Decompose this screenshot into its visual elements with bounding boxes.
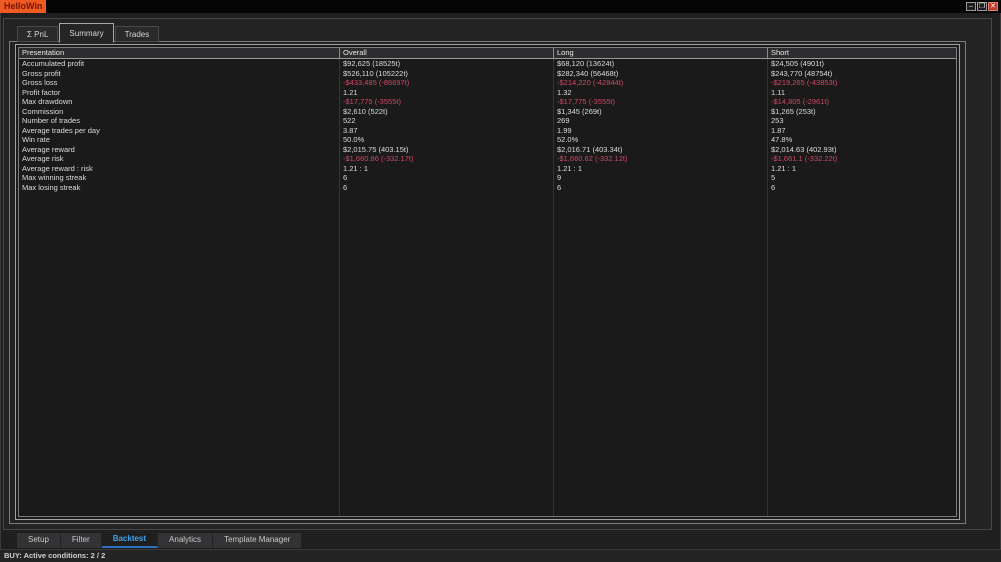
cell-long: -$1,660.62 (-332.12t) <box>553 154 767 164</box>
cell-overall: $526,110 (105222t) <box>339 68 553 78</box>
cell-overall: 1.21 : 1 <box>339 163 553 173</box>
table-row[interactable]: Number of trades 522 269 253 <box>19 116 956 126</box>
cell-overall: 1.21 <box>339 87 553 97</box>
cell-short: 253 <box>767 116 956 126</box>
column-header-overall[interactable]: Overall <box>339 48 553 58</box>
window-title: HelloWin <box>0 0 47 13</box>
cell-short: -$14,805 (-2961t) <box>767 97 956 107</box>
tab--pnl[interactable]: Σ PnL <box>17 26 59 42</box>
row-label: Average reward : risk <box>22 163 93 173</box>
cell-long: 52.0% <box>553 135 767 145</box>
row-label: Number of trades <box>22 116 80 125</box>
bottom-tab-strip: Setup Filter Backtest Analytics Template Man… <box>17 533 303 548</box>
row-label: Max drawdown <box>22 97 73 106</box>
cell-long: 6 <box>553 182 767 192</box>
cell-short: $2,014.63 (402.93t) <box>767 144 956 154</box>
cell-short: 5 <box>767 173 956 183</box>
table-header-row: Presentation Overall Long Short <box>19 48 956 59</box>
cell-long: 1.32 <box>553 87 767 97</box>
status-text: BUY: Active conditions: 2 / 2 <box>4 551 106 560</box>
cell-long: 269 <box>553 116 767 126</box>
cell-long: $282,340 (56468t) <box>553 68 767 78</box>
cell-overall: 6 <box>339 182 553 192</box>
cell-short: 47.8% <box>767 135 956 145</box>
cell-overall: -$433,485 (-86697t) <box>339 78 553 88</box>
table-row[interactable]: Average reward $2,015.75 (403.15t) $2,016.… <box>19 144 956 154</box>
column-header-long[interactable]: Long <box>553 48 767 58</box>
row-label: Win rate <box>22 135 50 144</box>
cell-overall: $2,015.75 (403.15t) <box>339 144 553 154</box>
table-row[interactable]: Max winning streak 6 9 5 <box>19 173 956 183</box>
cell-long: 1.99 <box>553 125 767 135</box>
cell-long: $2,016.71 (403.34t) <box>553 144 767 154</box>
restore-icon[interactable]: ❐ <box>977 2 987 11</box>
table-row[interactable]: Average risk -$1,660.86 (-332.17t) -$1,660… <box>19 154 956 164</box>
cell-short: 1.87 <box>767 125 956 135</box>
summary-tab-strip: Σ PnL Summary Trades <box>17 23 160 43</box>
table-row[interactable]: Win rate 50.0% 52.0% 47.8% <box>19 135 956 145</box>
minimize-icon[interactable]: – <box>966 2 976 11</box>
table-row[interactable]: Accumulated profit $92,625 (18525t) $68,12… <box>19 59 956 69</box>
bottom-tab-template-manager[interactable]: Template Manager <box>213 533 303 548</box>
statistics-table: Presentation Overall Long Short Accumula… <box>15 44 960 520</box>
table-row[interactable]: Max drawdown -$17,775 (-3555t) -$17,775 (-… <box>19 97 956 107</box>
row-label: Gross loss <box>22 78 58 87</box>
column-header-presentation[interactable]: Presentation <box>19 48 339 58</box>
cell-overall: $2,610 (522t) <box>339 106 553 116</box>
table-row[interactable]: Gross profit $526,110 (105222t) $282,340 (… <box>19 68 956 78</box>
row-label: Max winning streak <box>22 173 87 182</box>
cell-long: 9 <box>553 173 767 183</box>
status-bar: BUY: Active conditions: 2 / 2 <box>0 549 1001 562</box>
cell-short: $243,770 (48754t) <box>767 68 956 78</box>
table-row[interactable]: Average trades per day 3.87 1.99 1.87 <box>19 125 956 135</box>
cell-long: $1,345 (269t) <box>553 106 767 116</box>
cell-short: $1,265 (253t) <box>767 106 956 116</box>
window-controls: – ❐ ✕ <box>966 2 998 11</box>
column-header-short[interactable]: Short <box>767 48 956 58</box>
close-icon[interactable]: ✕ <box>988 2 998 11</box>
table-body: Accumulated profit $92,625 (18525t) $68,12… <box>19 59 956 516</box>
cell-overall: 50.0% <box>339 135 553 145</box>
cell-overall: -$1,660.86 (-332.17t) <box>339 154 553 164</box>
row-label: Commission <box>22 106 64 116</box>
bottom-tab-filter[interactable]: Filter <box>60 533 102 548</box>
cell-overall: -$17,775 (-3555t) <box>339 97 553 107</box>
cell-short: -$219,265 (-43853t) <box>767 78 956 88</box>
cell-short: 1.11 <box>767 87 956 97</box>
cell-long: -$214,220 (-42844t) <box>553 78 767 88</box>
row-label: Gross profit <box>22 68 61 78</box>
tab-trades[interactable]: Trades <box>114 26 160 42</box>
row-label: Average risk <box>22 154 64 163</box>
row-label: Max losing streak <box>22 182 81 192</box>
title-bar: HelloWin – ❐ ✕ <box>0 0 1001 13</box>
row-label: Average trades per day <box>22 125 100 135</box>
cell-short: 1.21 : 1 <box>767 163 956 173</box>
bottom-tab-backtest[interactable]: Backtest <box>101 533 159 548</box>
cell-overall: $92,625 (18525t) <box>339 59 553 69</box>
cell-overall: 522 <box>339 116 553 126</box>
cell-overall: 3.87 <box>339 125 553 135</box>
table-row[interactable]: Average reward : risk 1.21 : 1 1.21 : 1 1.2… <box>19 163 956 173</box>
cell-long: -$17,775 (-3555t) <box>553 97 767 107</box>
bottom-tab-setup[interactable]: Setup <box>17 533 61 548</box>
statistics-table-inner: Presentation Overall Long Short Accumula… <box>18 47 957 517</box>
row-label: Accumulated profit <box>22 59 85 68</box>
cell-short: -$1,661.1 (-332.22t) <box>767 154 956 164</box>
table-empty-area <box>19 192 956 516</box>
table-row[interactable]: Profit factor 1.21 1.32 1.11 <box>19 87 956 97</box>
table-row[interactable]: Gross loss -$433,485 (-86697t) -$214,220 (… <box>19 78 956 88</box>
cell-long: $68,120 (13624t) <box>553 59 767 69</box>
bottom-tab-analytics[interactable]: Analytics <box>158 533 214 548</box>
cell-short: $24,505 (4901t) <box>767 59 956 69</box>
row-label: Average reward <box>22 144 75 154</box>
table-row[interactable]: Max losing streak 6 6 6 <box>19 182 956 192</box>
tab-summary[interactable]: Summary <box>59 23 114 43</box>
cell-overall: 6 <box>339 173 553 183</box>
table-row[interactable]: Commission $2,610 (522t) $1,345 (269t) $1,2… <box>19 106 956 116</box>
row-label: Profit factor <box>22 87 61 97</box>
cell-short: 6 <box>767 182 956 192</box>
cell-long: 1.21 : 1 <box>553 163 767 173</box>
